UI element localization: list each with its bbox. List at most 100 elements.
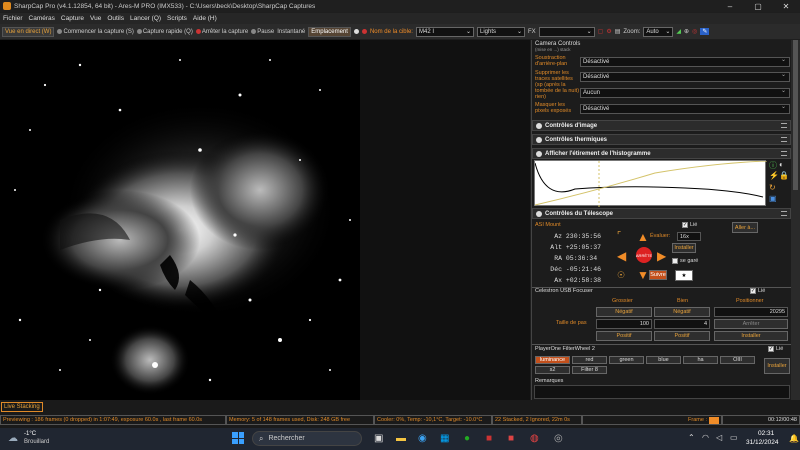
- coarse-negative-button[interactable]: Négatif: [596, 307, 652, 317]
- app-icon-red2[interactable]: ■: [508, 433, 514, 444]
- filter-luminance[interactable]: luminance: [535, 356, 570, 364]
- clock-date[interactable]: 31/12/2024: [746, 439, 779, 446]
- position-field[interactable]: 20295: [714, 307, 788, 317]
- info-icon[interactable]: ⓘ: [769, 160, 777, 171]
- menu-view[interactable]: Vue: [87, 15, 104, 22]
- fine-negative-button[interactable]: Négatif: [654, 307, 710, 317]
- histogram-chart[interactable]: [534, 160, 768, 207]
- placement-button[interactable]: Emplacement: [308, 26, 351, 37]
- snapshot-button[interactable]: Instantané: [277, 29, 305, 35]
- menu-icon[interactable]: [781, 123, 787, 128]
- filterwheel-install-button[interactable]: Installer: [764, 358, 790, 374]
- target-name-input[interactable]: M42 I ⌄: [415, 26, 474, 37]
- volume-icon[interactable]: ◁: [716, 433, 722, 442]
- pause-button[interactable]: Pause: [251, 29, 274, 35]
- minimize-icon[interactable]: –: [716, 2, 744, 11]
- app-icon-red[interactable]: ■: [486, 433, 492, 444]
- north-arrow-icon[interactable]: ▲: [637, 230, 649, 244]
- menu-capture[interactable]: Capture: [58, 15, 87, 22]
- app-icon-green[interactable]: ●: [464, 433, 470, 444]
- scrollbar-thumb[interactable]: [793, 40, 798, 190]
- wifi-icon[interactable]: ◠: [702, 433, 709, 442]
- sharpcap-icon[interactable]: ◎: [554, 433, 563, 444]
- filter-red[interactable]: red: [572, 356, 607, 364]
- settings-icon[interactable]: ⚙: [606, 28, 611, 35]
- satellite-removal-select[interactable]: Désactivé: [580, 71, 790, 82]
- menu-scripts[interactable]: Scripts: [164, 15, 190, 22]
- mask-pixels-select[interactable]: Désactivé: [580, 103, 790, 114]
- panel-scrollbar[interactable]: [791, 40, 800, 400]
- reticle-icon[interactable]: ◎: [692, 28, 697, 35]
- filter-ha[interactable]: ha: [683, 356, 718, 364]
- focuser-stop-button[interactable]: Arrêter: [714, 319, 788, 329]
- image-viewport[interactable]: [0, 40, 530, 400]
- track-button[interactable]: Suivre: [649, 270, 667, 280]
- crosshair-icon[interactable]: ⊕: [684, 28, 689, 35]
- circle-icon[interactable]: [353, 29, 359, 34]
- start-icon[interactable]: [232, 432, 244, 444]
- frame-type-select[interactable]: Lights ⌄: [476, 26, 525, 37]
- filter-oiii[interactable]: OIII: [720, 356, 755, 364]
- chrome-icon[interactable]: ◍: [530, 433, 539, 444]
- goto-button[interactable]: Aller à...: [732, 222, 758, 233]
- menu-icon[interactable]: [781, 211, 787, 216]
- south-arrow-icon[interactable]: ▼: [637, 268, 649, 282]
- menu-cameras[interactable]: Caméras: [26, 15, 58, 22]
- home-icon[interactable]: ☉: [617, 270, 625, 281]
- menu-help[interactable]: Aide (H): [190, 15, 220, 22]
- menu-launch[interactable]: Lancer (Q): [127, 15, 164, 22]
- histogram-icon[interactable]: ◢: [676, 28, 681, 35]
- filter-blue[interactable]: blue: [646, 356, 681, 364]
- lock-icon[interactable]: 🔒: [779, 171, 789, 180]
- fx-select[interactable]: ⌄: [538, 26, 595, 37]
- live-stacking-button[interactable]: Live Stacking: [1, 402, 43, 412]
- weather-icon[interactable]: ☁: [8, 433, 18, 444]
- coarse-step-input[interactable]: 100: [596, 319, 652, 329]
- battery-icon[interactable]: ▭: [730, 433, 738, 442]
- rate-select[interactable]: 16x: [677, 232, 701, 241]
- coarse-positive-button[interactable]: Positif: [596, 331, 652, 341]
- west-arrow-icon[interactable]: ◀: [617, 249, 626, 263]
- thermal-controls-header[interactable]: Contrôles thermiques: [532, 134, 791, 145]
- filter-s2[interactable]: s2: [535, 366, 570, 374]
- background-subtraction-select[interactable]: Désactivé: [580, 56, 790, 67]
- focuser-install-button[interactable]: Installer: [714, 331, 788, 341]
- filter-green[interactable]: green: [609, 356, 644, 364]
- menu-icon[interactable]: [781, 137, 787, 142]
- fit-icon[interactable]: ▤: [615, 28, 621, 35]
- park-checkbox[interactable]: [672, 258, 678, 264]
- tray-chevron-icon[interactable]: ⌃: [688, 433, 695, 442]
- start-capture-button[interactable]: Commencer la capture (S): [57, 29, 134, 35]
- image-controls-header[interactable]: Contrôles d'image: [532, 120, 791, 131]
- contrast-icon[interactable]: ◐: [779, 160, 784, 169]
- close-icon[interactable]: ✕: [772, 2, 800, 11]
- filterwheel-linked-checkbox[interactable]: ✓: [768, 346, 774, 352]
- clock-time[interactable]: 02:31: [758, 430, 774, 437]
- mount-install-button[interactable]: Installer: [672, 243, 696, 253]
- fine-positive-button[interactable]: Positif: [654, 331, 710, 341]
- histogram-header[interactable]: Afficher l'étirement de l'histogramme: [532, 148, 791, 159]
- stop-mount-button[interactable]: ARRÊTE: [636, 247, 652, 263]
- taskbar-search[interactable]: ⌕ Rechercher: [252, 431, 362, 446]
- filter-8[interactable]: Filter 8: [572, 366, 607, 374]
- corner-icon[interactable]: ⌜: [617, 230, 621, 241]
- stop-capture-button[interactable]: Arrêter la capture: [195, 29, 248, 35]
- focuser-linked-checkbox[interactable]: ✓: [750, 288, 756, 294]
- menu-file[interactable]: Fichier: [0, 15, 26, 22]
- pen-icon[interactable]: ✎: [700, 28, 710, 35]
- reset-icon[interactable]: ↻: [769, 183, 776, 192]
- setting-select[interactable]: Aucun: [580, 87, 790, 98]
- file-explorer-icon[interactable]: ▬: [396, 433, 406, 444]
- east-arrow-icon[interactable]: ▶: [657, 249, 666, 263]
- store-icon[interactable]: ▦: [440, 433, 449, 444]
- quick-capture-button[interactable]: Capture rapide (Q): [136, 29, 193, 35]
- mount-linked-checkbox[interactable]: ✓: [682, 222, 688, 228]
- task-view-icon[interactable]: ▣: [374, 433, 383, 444]
- live-view-button[interactable]: Vue en direct (W): [2, 26, 55, 37]
- menu-tools[interactable]: Outils: [104, 15, 127, 22]
- menu-icon[interactable]: [781, 151, 787, 156]
- star-icon[interactable]: ★: [675, 270, 693, 281]
- record-square-icon[interactable]: ▢: [598, 28, 604, 35]
- remarks-textarea[interactable]: [534, 385, 790, 399]
- maximize-icon[interactable]: ▢: [744, 2, 772, 11]
